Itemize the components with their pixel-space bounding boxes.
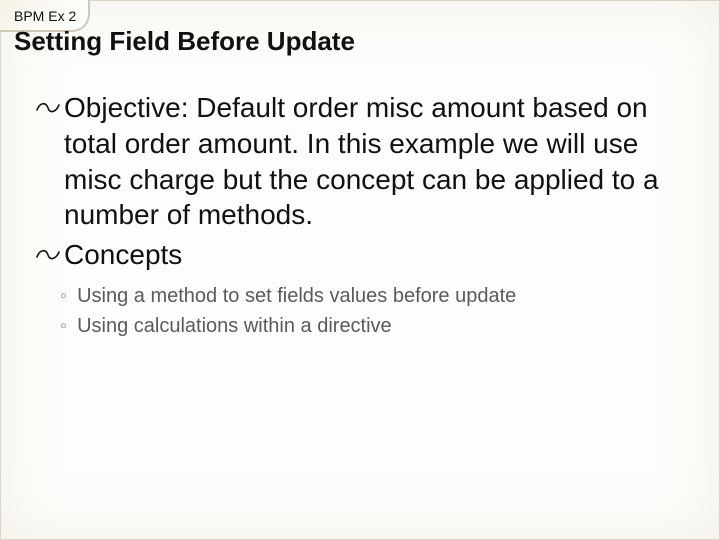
- objective-text-block: Objective: Default order misc amount bas…: [64, 90, 696, 233]
- slide-content: Objective: Default order misc amount bas…: [34, 90, 696, 343]
- slide-header: BPM Ex 2 Setting Field Before Update: [14, 8, 706, 57]
- objective-bullet: Objective: Default order misc amount bas…: [34, 90, 696, 233]
- list-item: ◦ Using a method to set fields values be…: [60, 283, 696, 309]
- concepts-sub-list: ◦ Using a method to set fields values be…: [60, 283, 696, 339]
- concepts-bullet: Concepts: [34, 237, 696, 273]
- scribble-bullet-icon: [34, 96, 62, 118]
- concepts-label: Concepts: [64, 237, 182, 273]
- page-title: Setting Field Before Update: [14, 26, 706, 57]
- ring-bullet-icon: ◦: [60, 313, 67, 339]
- sub-item-text: Using calculations within a directive: [77, 313, 392, 339]
- scribble-bullet-icon: [34, 243, 62, 265]
- list-item: ◦ Using calculations within a directive: [60, 313, 696, 339]
- ring-bullet-icon: ◦: [60, 283, 67, 309]
- sub-item-text: Using a method to set fields values befo…: [77, 283, 516, 309]
- kicker-text: BPM Ex 2: [14, 8, 706, 24]
- objective-label: Objective:: [64, 92, 189, 123]
